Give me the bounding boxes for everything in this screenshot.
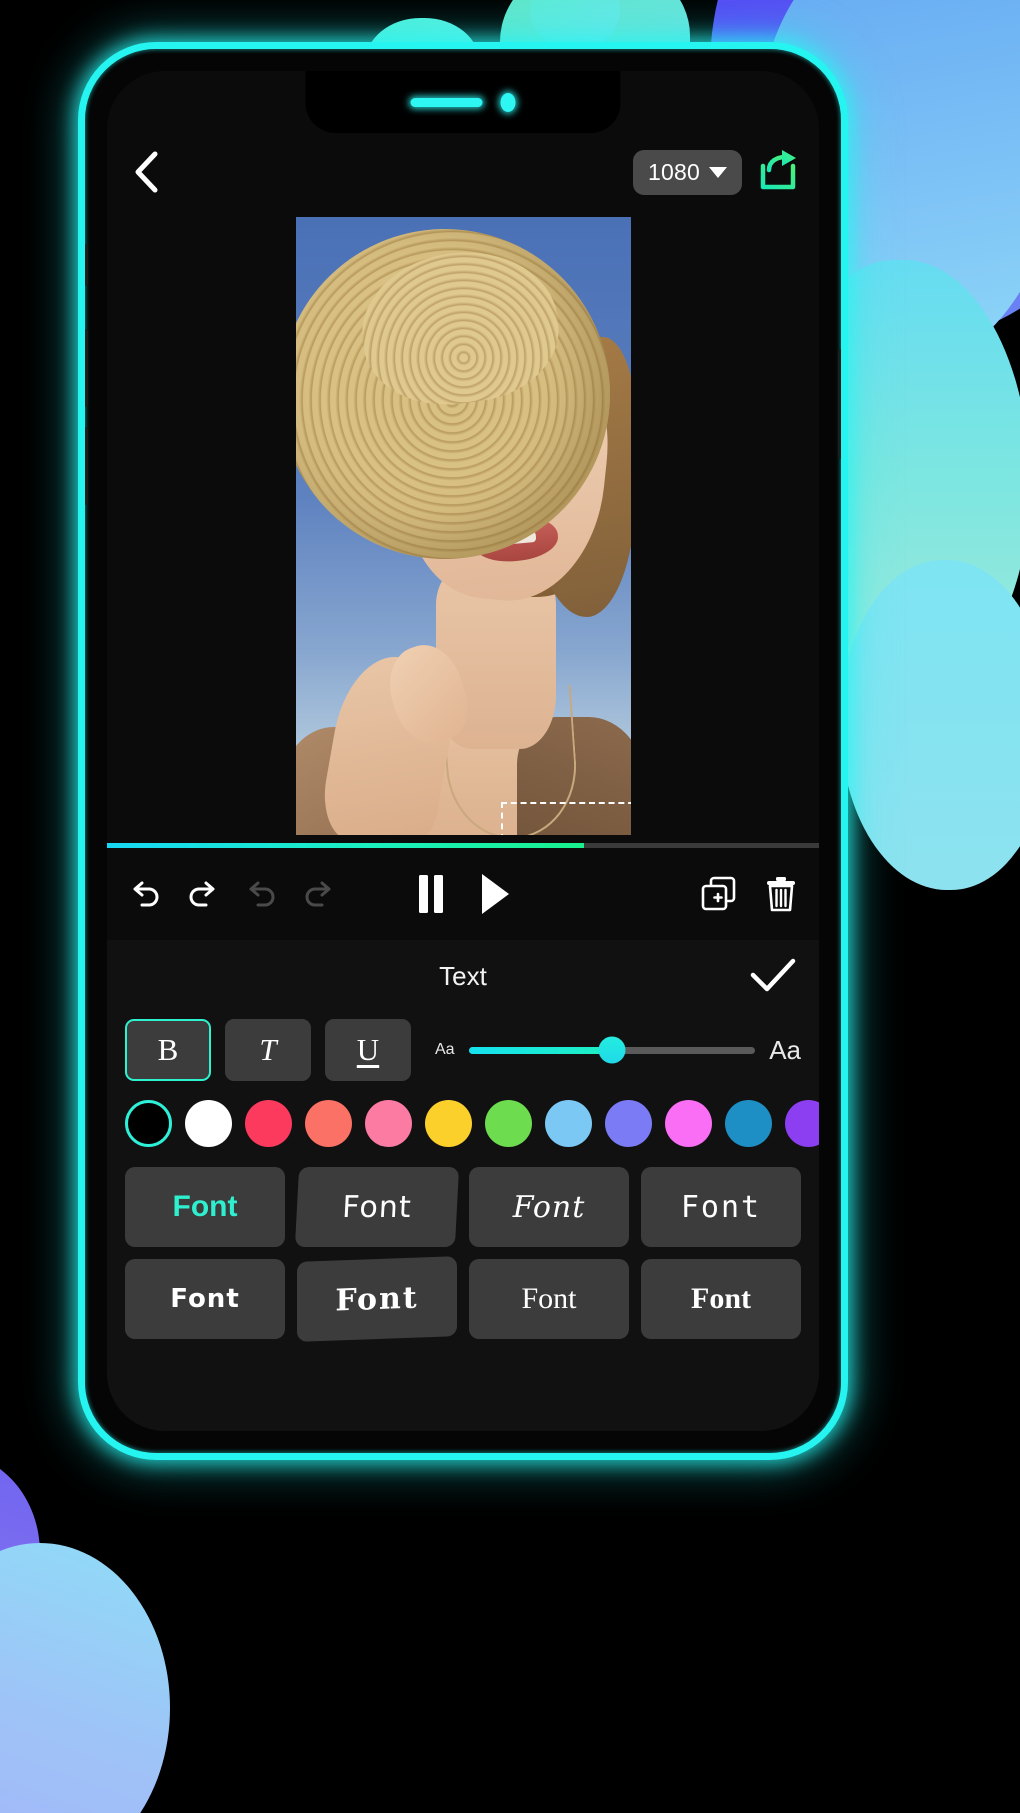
undo-icon[interactable] [123, 872, 167, 916]
underline-label: U [356, 1032, 380, 1067]
color-swatch[interactable] [665, 1100, 712, 1147]
underline-button[interactable]: U [325, 1019, 411, 1081]
clip-action-group [697, 872, 803, 916]
color-swatch[interactable] [425, 1100, 472, 1147]
text-options-panel: Text B T U Aa Aa Font Font Font Font Fon… [107, 940, 819, 1431]
undo-alt-icon [239, 872, 283, 916]
font-size-slider-thumb[interactable] [598, 1036, 626, 1064]
redo-icon[interactable] [181, 872, 225, 916]
color-swatch[interactable] [605, 1100, 652, 1147]
font-style-tile[interactable]: Font [125, 1259, 285, 1339]
resolution-label: 1080 [648, 158, 700, 185]
bold-label: B [157, 1032, 179, 1067]
color-swatch[interactable] [305, 1100, 352, 1147]
color-swatch[interactable] [545, 1100, 592, 1147]
font-style-tile[interactable]: Font [125, 1167, 285, 1247]
phone-mockup: 1080 Text B T U Aa Aa Font Font Font Fon… [78, 42, 848, 1460]
font-style-label: Font [170, 1284, 240, 1314]
font-size-slider-group: Aa Aa [435, 1035, 801, 1066]
panel-header: Text [107, 940, 819, 1012]
pause-icon[interactable] [409, 872, 453, 916]
background-blob-bl-periwinkle [0, 1543, 170, 1813]
color-swatch[interactable] [785, 1100, 819, 1147]
phone-volume-down [85, 427, 88, 505]
color-swatch[interactable] [725, 1100, 772, 1147]
font-size-max-label: Aa [769, 1034, 801, 1065]
italic-label: T [259, 1032, 277, 1067]
phone-mute-switch [85, 244, 88, 286]
resolution-dropdown[interactable]: 1080 [633, 149, 742, 195]
phone-power-button [838, 349, 841, 459]
font-style-tile[interactable]: Font [297, 1256, 457, 1342]
chevron-down-icon [709, 166, 727, 178]
history-button-group [123, 872, 341, 916]
play-icon[interactable] [473, 872, 517, 916]
font-style-tile[interactable]: Font [641, 1259, 801, 1339]
font-style-label: Font [172, 1190, 238, 1223]
font-style-label: Font [680, 1189, 762, 1225]
font-style-label: Font [512, 1189, 586, 1225]
color-swatch[interactable] [365, 1100, 412, 1147]
font-style-label: Font [521, 1282, 577, 1315]
font-style-tile[interactable]: Font [294, 1167, 460, 1247]
front-camera-icon [500, 92, 516, 112]
back-chevron-icon[interactable] [125, 150, 169, 194]
color-swatch[interactable] [245, 1100, 292, 1147]
media-toolbar [107, 848, 819, 940]
playback-controls [409, 872, 517, 916]
italic-button[interactable]: T [225, 1019, 311, 1081]
color-swatch[interactable] [485, 1100, 532, 1147]
font-style-label: Font [335, 1280, 419, 1318]
speaker-grille-icon [410, 97, 483, 107]
share-export-icon[interactable] [755, 149, 801, 195]
checkmark-icon[interactable] [749, 952, 797, 1000]
font-style-tile[interactable]: Font [641, 1167, 801, 1247]
redo-alt-icon [297, 872, 341, 916]
font-style-label: Font [691, 1282, 751, 1315]
delete-trash-icon[interactable] [759, 872, 803, 916]
text-overlay-selection-box[interactable]: +1 [500, 802, 631, 835]
text-style-row: B T U Aa Aa [107, 1012, 819, 1088]
font-style-tile[interactable]: Font [469, 1259, 629, 1339]
font-size-slider-fill [468, 1046, 612, 1054]
video-preview-area[interactable]: +1 [107, 211, 819, 841]
app-top-bar: 1080 [107, 133, 819, 211]
font-style-tile[interactable]: Font [469, 1167, 629, 1247]
phone-volume-up [85, 329, 88, 407]
color-swatch[interactable] [185, 1100, 232, 1147]
font-size-slider[interactable] [468, 1036, 756, 1064]
phone-screen: 1080 Text B T U Aa Aa Font Font Font Fon… [107, 71, 819, 1431]
font-style-grid: Font Font Font Font Font Font Font Font [107, 1161, 819, 1357]
color-swatch[interactable] [125, 1100, 172, 1147]
font-style-label: Font [341, 1189, 413, 1225]
bold-button[interactable]: B [125, 1019, 211, 1081]
duplicate-icon[interactable] [697, 872, 741, 916]
panel-title: Text [439, 960, 487, 991]
font-size-min-label: Aa [435, 1041, 455, 1058]
phone-notch [305, 71, 621, 133]
color-swatch-row[interactable] [107, 1088, 819, 1161]
preview-photo[interactable]: +1 [295, 217, 631, 835]
screenshot-root: 1080 Text B T U Aa Aa Font Font Font Fon… [0, 0, 1020, 1813]
